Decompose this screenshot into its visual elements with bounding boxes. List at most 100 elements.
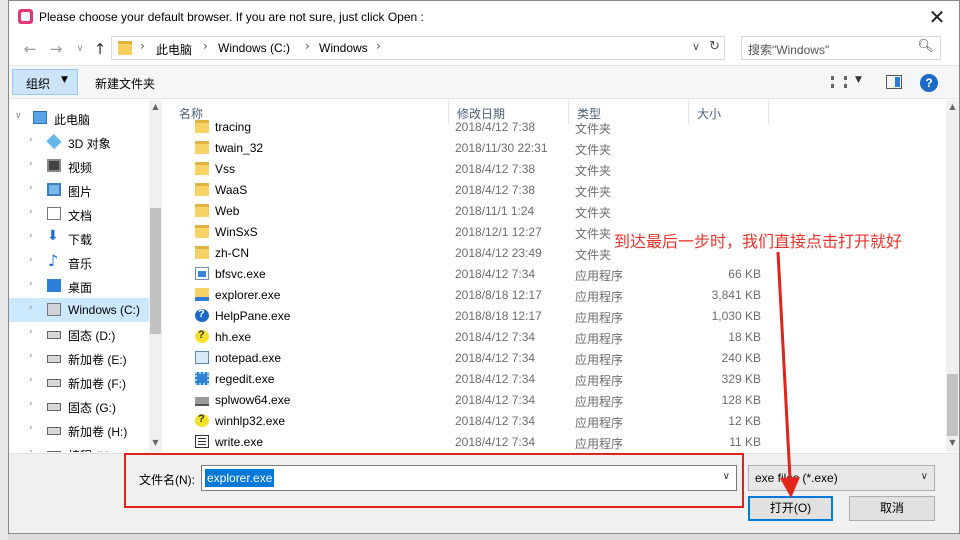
sidebar-item[interactable]: › 图片	[9, 178, 149, 202]
file-row[interactable]: explorer.exe 2018/8/18 12:17 应用程序 3,841 KB	[171, 285, 771, 306]
file-row[interactable]: write.exe 2018/4/12 7:34 应用程序 11 KB	[171, 432, 771, 452]
expand-chevron-right-icon[interactable]: ›	[29, 351, 33, 361]
title-bar: Please choose your default browser. If y…	[9, 1, 959, 33]
scroll-up-icon[interactable]: ▲	[150, 102, 161, 111]
sidebar-item[interactable]: › 3D 对象	[9, 130, 149, 154]
file-row[interactable]: WaaS 2018/4/12 7:38 文件夹	[171, 180, 771, 201]
file-size: 128 KB	[721, 393, 761, 407]
computer-icon	[33, 111, 47, 124]
file-type: 文件夹	[575, 143, 612, 157]
file-type: 应用程序	[575, 269, 624, 283]
sidebar-item-label: 此电脑	[54, 113, 91, 127]
file-row[interactable]: notepad.exe 2018/4/12 7:34 应用程序 240 KB	[171, 348, 771, 369]
sidebar-item-label: 文档	[68, 209, 93, 223]
file-row[interactable]: splwow64.exe 2018/4/12 7:34 应用程序 128 KB	[171, 390, 771, 411]
file-row[interactable]: Web 2018/11/1 1:24 文件夹	[171, 201, 771, 222]
file-row[interactable]: regedit.exe 2018/4/12 7:34 应用程序 329 KB	[171, 369, 771, 390]
file-row[interactable]: hh.exe 2018/4/12 7:34 应用程序 18 KB	[171, 327, 771, 348]
file-row[interactable]: twain_32 2018/11/30 22:31 文件夹	[171, 138, 771, 159]
sidebar-item[interactable]: › 桌面	[9, 274, 149, 298]
file-row[interactable]: winhlp32.exe 2018/4/12 7:34 应用程序 12 KB	[171, 411, 771, 432]
refresh-icon[interactable]: ↻	[709, 39, 720, 54]
folder-icon	[118, 41, 132, 55]
chevron-down-icon[interactable]: ∨	[723, 471, 730, 482]
sidebar-item[interactable]: › Windows (C:)	[9, 298, 149, 322]
expand-chevron-right-icon[interactable]: ›	[29, 447, 33, 452]
folder-icon	[195, 246, 209, 259]
close-icon[interactable]: ✕	[925, 5, 949, 29]
preview-pane-icon[interactable]	[886, 75, 902, 89]
recent-locations-chevron-icon[interactable]: ∨	[69, 38, 91, 60]
search-input[interactable]: 搜索"Windows" 🔍︎	[741, 36, 941, 60]
forward-arrow-icon[interactable]: →	[45, 38, 67, 60]
filetype-select[interactable]: exe files (*.exe) ∨	[748, 465, 935, 491]
breadcrumb-windows[interactable]: Windows	[319, 41, 368, 55]
expand-chevron-right-icon[interactable]: ›	[29, 255, 33, 265]
sidebar-item[interactable]: › 新加卷 (H:)	[9, 418, 149, 442]
address-dropdown-icon[interactable]: ∨	[692, 40, 700, 53]
expand-chevron-right-icon[interactable]: ›	[29, 159, 33, 169]
breadcrumb-separator-icon: ›	[305, 39, 310, 53]
sidebar-item[interactable]: › 下载	[9, 226, 149, 250]
file-type: 文件夹	[575, 185, 612, 199]
sidebar-item[interactable]: › 视频	[9, 154, 149, 178]
address-bar[interactable]: › 此电脑 › Windows (C:) › Windows › ∨ ↻	[111, 36, 725, 60]
dialog-title: Please choose your default browser. If y…	[39, 10, 424, 24]
file-row[interactable]: tracing 2018/4/12 7:38 文件夹	[171, 117, 771, 138]
file-list-scrollbar[interactable]: ▲ ▼	[946, 100, 959, 452]
picture-icon	[47, 183, 61, 196]
sidebar-item[interactable]: ∨ 此电脑	[9, 106, 149, 130]
sidebar-item[interactable]: › 文档	[9, 202, 149, 226]
expand-chevron-down-icon[interactable]: ∨	[15, 111, 22, 121]
view-options-icon[interactable]	[831, 76, 847, 88]
scroll-up-icon[interactable]: ▲	[947, 102, 958, 111]
cancel-button[interactable]: 取消	[849, 496, 935, 521]
organize-label: 组织	[26, 77, 51, 91]
help-icon[interactable]: ?	[920, 74, 938, 92]
breadcrumb-drive-c[interactable]: Windows (C:)	[218, 41, 290, 55]
back-arrow-icon[interactable]: ←	[19, 38, 41, 60]
file-date: 2018/8/18 12:17	[455, 288, 542, 302]
view-dropdown-icon[interactable]: ▼	[855, 75, 862, 85]
scroll-down-icon[interactable]: ▼	[947, 438, 958, 447]
sidebar-item[interactable]: › 音乐	[9, 250, 149, 274]
organize-button[interactable]: 组织 ▼	[12, 69, 78, 95]
expand-chevron-right-icon[interactable]: ›	[29, 207, 33, 217]
expand-chevron-right-icon[interactable]: ›	[29, 303, 33, 313]
expand-chevron-right-icon[interactable]: ›	[29, 375, 33, 385]
file-size: 18 KB	[728, 330, 761, 344]
scrollbar-thumb[interactable]	[150, 208, 161, 334]
new-folder-button[interactable]: 新建文件夹	[95, 75, 155, 92]
nav-scrollbar[interactable]: ▲ ▼	[149, 100, 162, 452]
file-type: 应用程序	[575, 395, 624, 409]
file-row[interactable]: HelpPane.exe 2018/8/18 12:17 应用程序 1,030 KB	[171, 306, 771, 327]
breadcrumb-this-pc[interactable]: 此电脑	[156, 41, 192, 58]
filename-value[interactable]: explorer.exe	[205, 469, 275, 487]
sidebar-item[interactable]: › 新加卷 (E:)	[9, 346, 149, 370]
file-name: WaaS	[215, 183, 248, 197]
file-row[interactable]: bfsvc.exe 2018/4/12 7:34 应用程序 66 KB	[171, 264, 771, 285]
file-name: bfsvc.exe	[215, 267, 266, 281]
open-button[interactable]: 打开(O)	[748, 496, 833, 521]
scrollbar-thumb[interactable]	[947, 374, 958, 436]
scroll-down-icon[interactable]: ▼	[150, 438, 161, 447]
expand-chevron-right-icon[interactable]: ›	[29, 231, 33, 241]
sidebar-item-label: 新加卷 (F:)	[68, 377, 126, 391]
expand-chevron-right-icon[interactable]: ›	[29, 279, 33, 289]
expand-chevron-right-icon[interactable]: ›	[29, 135, 33, 145]
expand-chevron-right-icon[interactable]: ›	[29, 399, 33, 409]
sidebar-item[interactable]: › 新加卷 (F:)	[9, 370, 149, 394]
app-icon	[18, 9, 33, 24]
sidebar-item[interactable]: › 编程 (I:)	[9, 442, 149, 452]
expand-chevron-right-icon[interactable]: ›	[29, 423, 33, 433]
file-row[interactable]: Vss 2018/4/12 7:38 文件夹	[171, 159, 771, 180]
sidebar-item[interactable]: › 固态 (D:)	[9, 322, 149, 346]
expand-chevron-right-icon[interactable]: ›	[29, 183, 33, 193]
up-arrow-icon[interactable]: ↑	[89, 38, 111, 60]
search-placeholder: 搜索"Windows"	[748, 43, 830, 57]
chevron-down-icon[interactable]: ∨	[921, 471, 928, 482]
expand-chevron-right-icon[interactable]: ›	[29, 327, 33, 337]
sidebar-item[interactable]: › 固态 (G:)	[9, 394, 149, 418]
filename-input[interactable]: explorer.exe ∨	[201, 465, 737, 491]
search-icon: 🔍︎	[917, 39, 934, 54]
